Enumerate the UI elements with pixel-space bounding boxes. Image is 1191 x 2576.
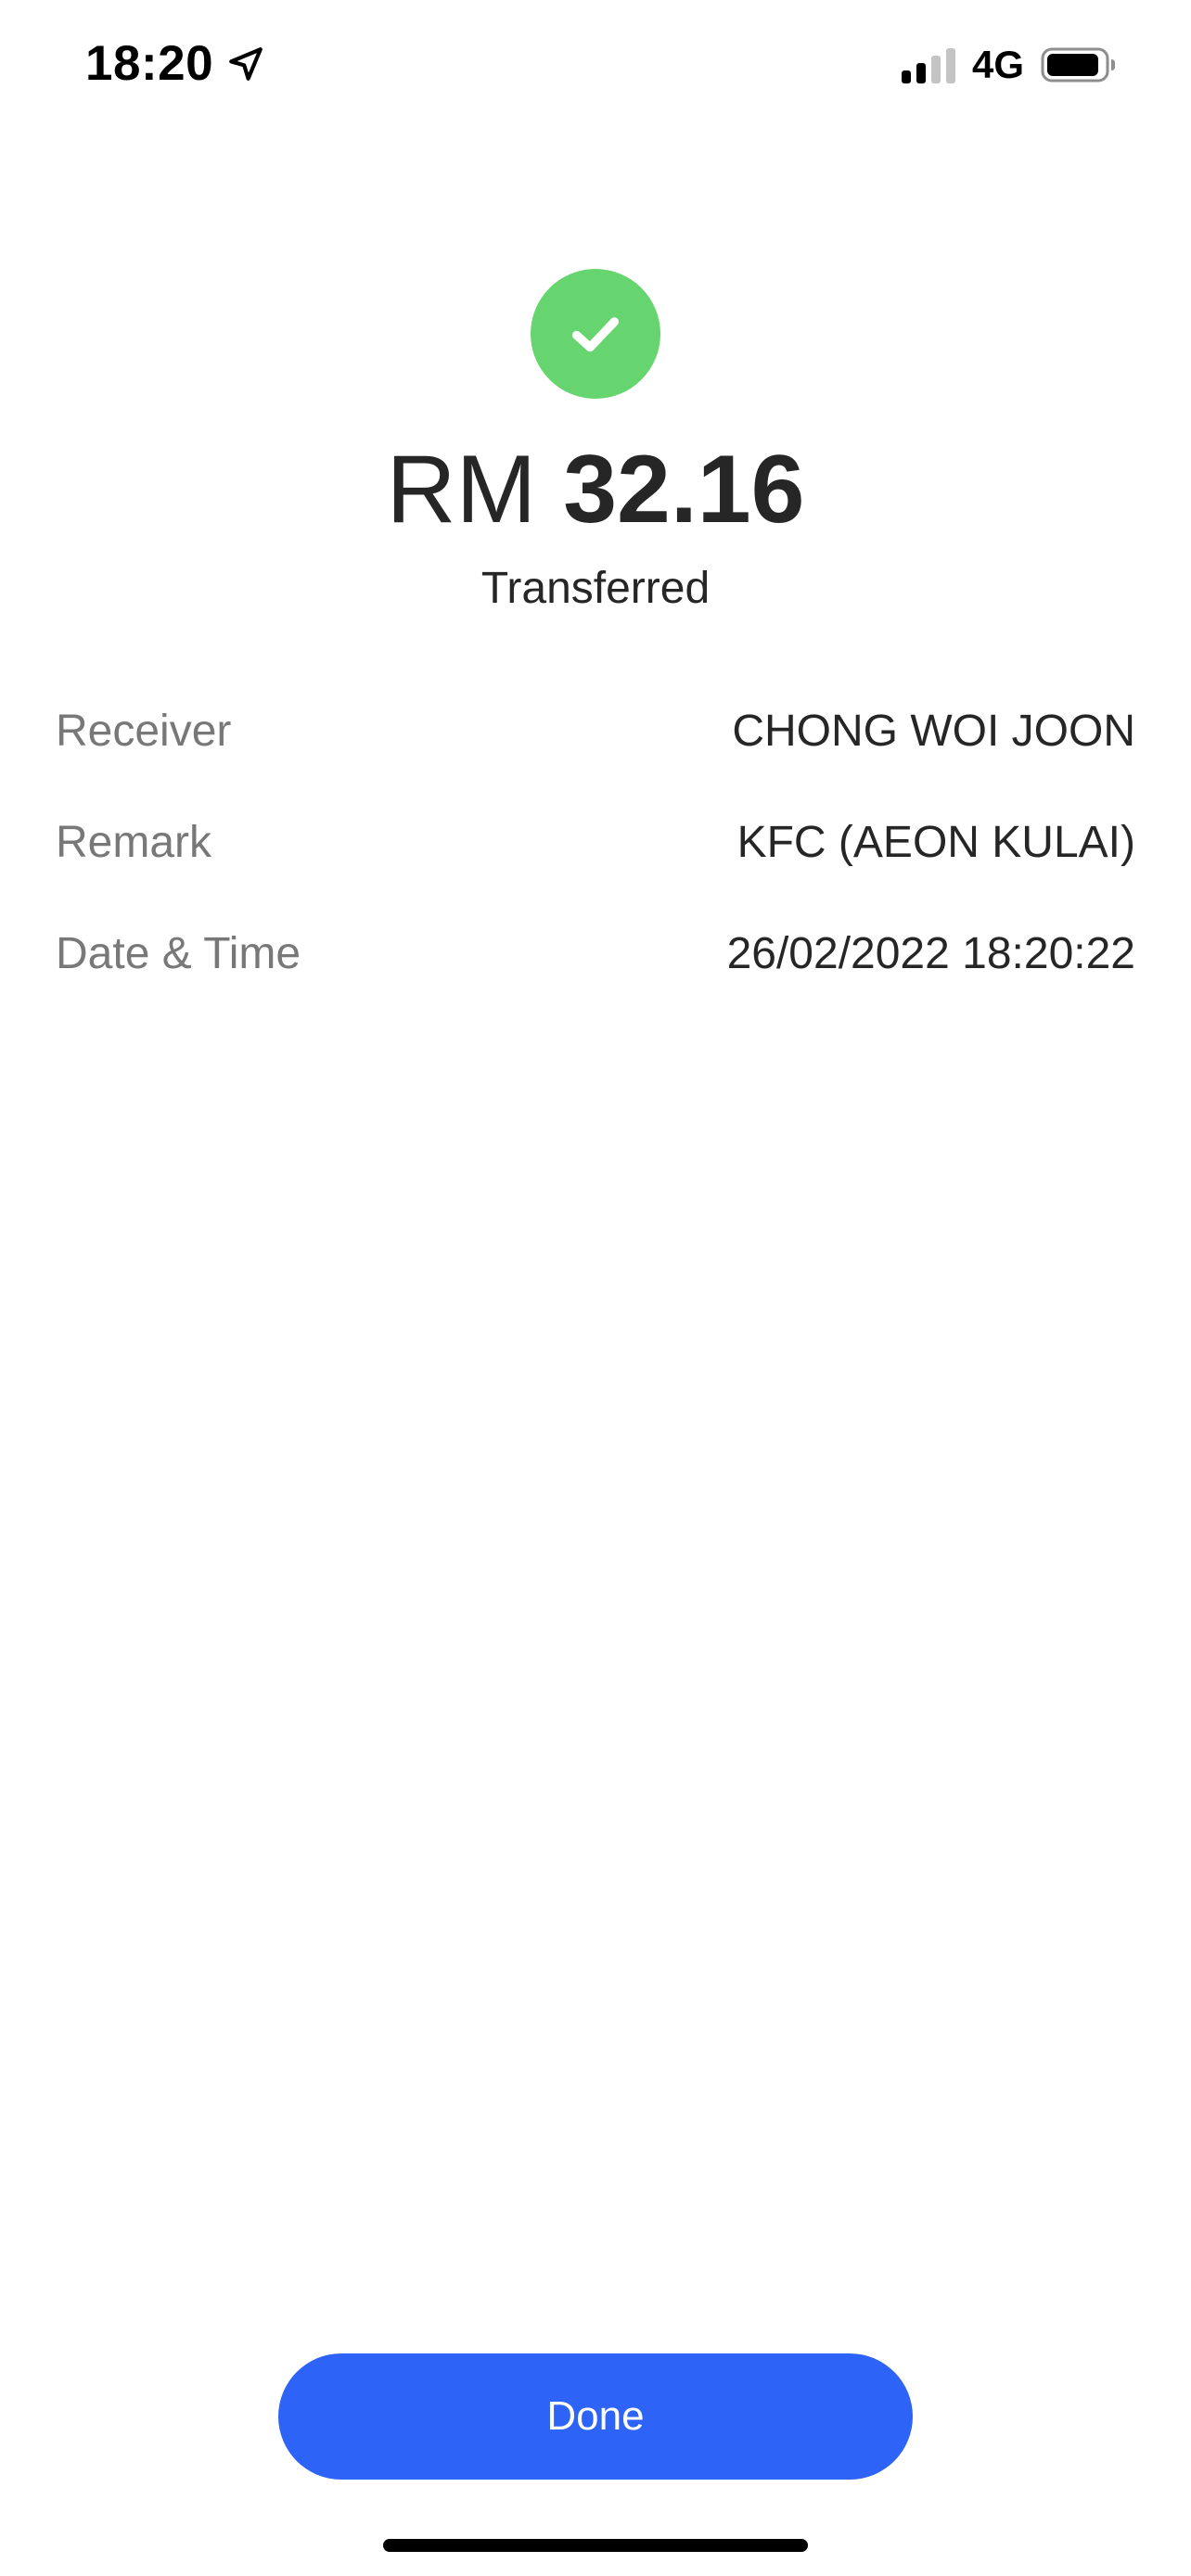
home-indicator[interactable] — [383, 2539, 808, 2552]
status-bar: 18:20 4G — [0, 0, 1191, 139]
location-arrow-icon — [226, 45, 265, 83]
remark-value: KFC (AEON KULAI) — [736, 817, 1135, 867]
transfer-details: Receiver CHONG WOI JOON Remark KFC (AEON… — [56, 675, 1135, 1009]
battery-icon — [1041, 46, 1117, 83]
detail-row-receiver: Receiver CHONG WOI JOON — [56, 675, 1135, 786]
status-time-group: 18:20 — [85, 35, 265, 92]
receiver-value: CHONG WOI JOON — [732, 706, 1135, 756]
currency-label: RM — [386, 436, 537, 543]
transfer-amount: RM 32.16 — [0, 425, 1191, 555]
datetime-label: Date & Time — [56, 928, 301, 978]
detail-row-remark: Remark KFC (AEON KULAI) — [56, 786, 1135, 898]
transfer-status: Transferred — [480, 564, 711, 613]
checkmark-circle-icon — [531, 269, 660, 399]
remark-label: Remark — [56, 817, 212, 867]
status-indicators: 4G — [901, 43, 1117, 87]
amount-value: 32.16 — [563, 436, 805, 543]
cellular-signal-icon — [901, 46, 955, 83]
datetime-value: 26/02/2022 18:20:22 — [726, 928, 1135, 978]
status-time: 18:20 — [85, 36, 214, 91]
done-button[interactable]: Done — [278, 2353, 913, 2480]
detail-row-datetime: Date & Time 26/02/2022 18:20:22 — [56, 898, 1135, 1009]
receiver-label: Receiver — [56, 706, 232, 756]
network-type: 4G — [971, 43, 1024, 86]
